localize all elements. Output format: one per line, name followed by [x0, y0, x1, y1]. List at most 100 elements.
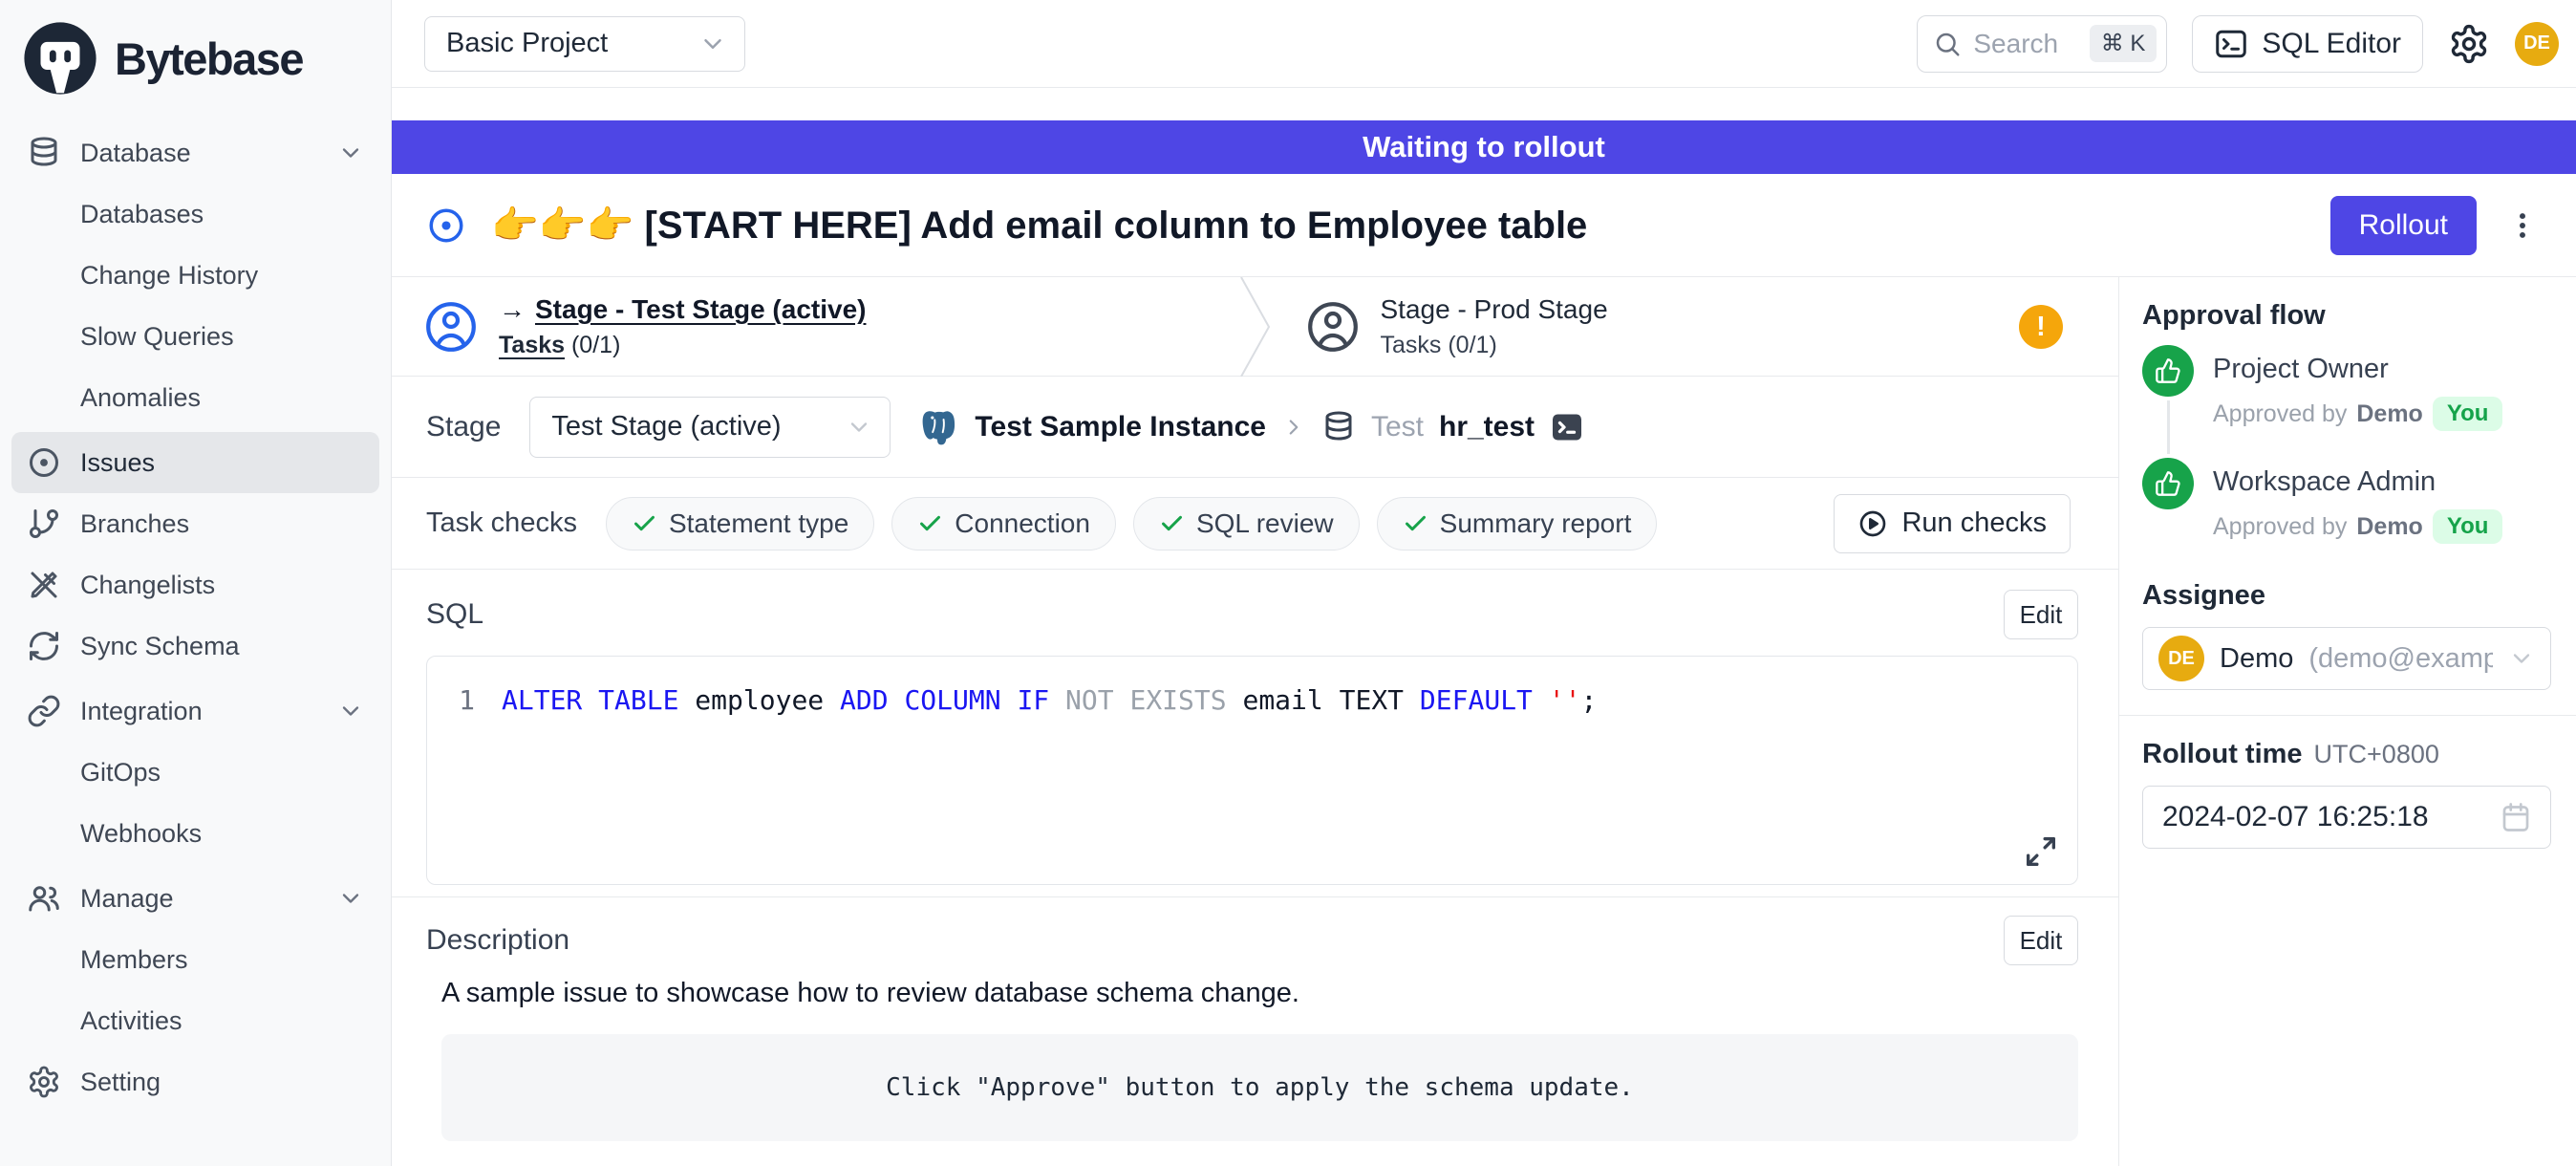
sidebar-item-database[interactable]: Database — [11, 122, 379, 184]
tasks-link[interactable]: Tasks — [499, 332, 565, 358]
search-input[interactable]: Search ⌘ K — [1917, 15, 2167, 73]
chevron-down-icon — [2508, 645, 2535, 672]
expand-icon[interactable] — [2022, 832, 2060, 871]
content: → Stage - Test Stage (active) Tasks (0/1… — [392, 277, 2576, 1166]
sidebar-item-label: Sync Schema — [80, 632, 240, 661]
link-icon — [27, 694, 61, 728]
open-sql-editor-icon[interactable] — [1550, 410, 1584, 444]
check-icon — [632, 510, 657, 536]
sidebar-item-anomalies[interactable]: Anomalies — [11, 367, 379, 428]
bytebase-logo-icon — [21, 19, 99, 97]
search-shortcut-badge: ⌘ K — [2090, 25, 2157, 62]
sidebar-item-activities[interactable]: Activities — [11, 990, 379, 1051]
tasks-count: (0/1) — [1448, 332, 1496, 358]
git-branch-icon — [27, 507, 61, 541]
sidebar-item-sync-schema[interactable]: Sync Schema — [11, 615, 379, 677]
sidebar-item-label: Integration — [80, 697, 203, 726]
approver-name: Demo — [2356, 400, 2422, 428]
database-link[interactable]: hr_test — [1439, 411, 1535, 443]
sidebar-item-members[interactable]: Members — [11, 929, 379, 990]
kebab-icon — [2506, 209, 2539, 242]
rollout-time-value: 2024-02-07 16:25:18 — [2162, 801, 2429, 833]
postgres-icon — [919, 407, 959, 447]
assignee-name: Demo — [2220, 643, 2293, 675]
top-gap — [392, 88, 2576, 120]
gear-icon — [27, 1065, 61, 1099]
main-column: Basic Project Search ⌘ K SQL Editor DE W… — [392, 0, 2576, 1166]
check-sql-review[interactable]: SQL review — [1133, 497, 1360, 551]
you-badge: You — [2433, 509, 2503, 544]
sql-editor-button[interactable]: SQL Editor — [2192, 15, 2423, 73]
stage-selector-row: Stage Test Stage (active) Test Sample In… — [392, 377, 2118, 478]
rollout-button[interactable]: Rollout — [2330, 196, 2477, 255]
sidebar-item-changelists[interactable]: Changelists — [11, 554, 379, 615]
check-label: Connection — [955, 508, 1090, 539]
terminal-icon — [2214, 27, 2248, 61]
stage-person-icon — [424, 300, 478, 354]
issue-status-icon — [426, 205, 466, 246]
check-statement-type[interactable]: Statement type — [606, 497, 874, 551]
chevron-down-icon — [337, 140, 364, 166]
users-icon — [27, 881, 61, 916]
sidebar-item-manage[interactable]: Manage — [11, 868, 379, 929]
stage-tab-test[interactable]: → Stage - Test Stage (active) Tasks (0/1… — [392, 277, 1237, 376]
assignee-select[interactable]: DE Demo (demo@example — [2142, 627, 2551, 690]
sidebar: Bytebase Database Databases Change Histo… — [0, 0, 392, 1166]
stage-select-value: Test Stage (active) — [551, 411, 781, 443]
sidebar-item-label: GitOps — [80, 758, 161, 788]
stage-tab-text: → Stage - Test Stage (active) Tasks (0/1… — [499, 294, 866, 359]
sidebar-item-change-history[interactable]: Change History — [11, 245, 379, 306]
sidebar-item-databases[interactable]: Databases — [11, 184, 379, 245]
bytebase-logo[interactable]: Bytebase — [11, 11, 379, 119]
project-selector-value: Basic Project — [446, 28, 608, 59]
instance-link[interactable]: Test Sample Instance — [975, 411, 1266, 443]
approval-role: Project Owner — [2213, 345, 2502, 385]
run-checks-label: Run checks — [1901, 507, 2047, 539]
sidebar-item-branches[interactable]: Branches — [11, 493, 379, 554]
sidebar-item-label: Anomalies — [80, 383, 201, 413]
issue-icon — [27, 445, 61, 480]
sql-code-line: 1ALTER TABLE employee ADD COLUMN IF NOT … — [427, 681, 2077, 720]
sidebar-item-label: Setting — [80, 1068, 161, 1097]
tasks-label: Tasks — [1381, 332, 1442, 358]
sidebar-item-issues[interactable]: Issues — [11, 432, 379, 493]
sql-section-title: SQL — [426, 598, 483, 631]
issue-header: 👉👉👉 [START HERE] Add email column to Emp… — [392, 174, 2576, 277]
sidebar-item-label: Webhooks — [80, 819, 202, 849]
assignee-email: (demo@example — [2308, 643, 2493, 675]
description-code-block: Click "Approve" button to apply the sche… — [441, 1034, 2078, 1141]
rollout-time-title: Rollout time — [2142, 739, 2303, 770]
active-stage-arrow: → — [499, 294, 526, 325]
settings-gear-icon[interactable] — [2448, 23, 2490, 65]
status-banner: Waiting to rollout — [392, 120, 2576, 174]
sidebar-item-slow-queries[interactable]: Slow Queries — [11, 306, 379, 367]
sql-editor[interactable]: 1ALTER TABLE employee ADD COLUMN IF NOT … — [426, 656, 2078, 885]
you-badge: You — [2433, 397, 2503, 431]
sidebar-item-label: Slow Queries — [80, 322, 234, 352]
more-menu-button[interactable] — [2501, 196, 2544, 255]
sidebar-item-webhooks[interactable]: Webhooks — [11, 803, 379, 864]
sidebar-item-integration[interactable]: Integration — [11, 680, 379, 742]
topbar-right: Search ⌘ K SQL Editor DE — [1917, 15, 2559, 73]
check-connection[interactable]: Connection — [891, 497, 1116, 551]
sidebar-item-setting[interactable]: Setting — [11, 1051, 379, 1112]
stage-tab-prod[interactable]: Stage - Prod Stage Tasks (0/1) — [1274, 277, 2119, 376]
description-edit-button[interactable]: Edit — [2004, 916, 2078, 965]
changelist-icon — [27, 568, 61, 602]
check-summary-report[interactable]: Summary report — [1377, 497, 1658, 551]
user-avatar[interactable]: DE — [2515, 22, 2559, 66]
sidebar-item-label: Branches — [80, 509, 189, 539]
project-selector[interactable]: Basic Project — [424, 16, 745, 72]
bytebase-app: Bytebase Database Databases Change Histo… — [0, 0, 2576, 1166]
sidebar-item-gitops[interactable]: GitOps — [11, 742, 379, 803]
rollout-time-input[interactable]: 2024-02-07 16:25:18 — [2142, 786, 2551, 849]
approved-thumb-icon — [2142, 345, 2194, 397]
assignee-title: Assignee — [2142, 580, 2551, 612]
stage-select[interactable]: Test Stage (active) — [529, 397, 891, 458]
approval-step: Workspace Admin Approved by Demo You — [2142, 458, 2551, 544]
description-section-title: Description — [426, 924, 569, 957]
line-number: 1 — [427, 681, 502, 720]
sidebar-item-label: Databases — [80, 200, 204, 229]
run-checks-button[interactable]: Run checks — [1834, 494, 2071, 553]
sql-edit-button[interactable]: Edit — [2004, 590, 2078, 639]
